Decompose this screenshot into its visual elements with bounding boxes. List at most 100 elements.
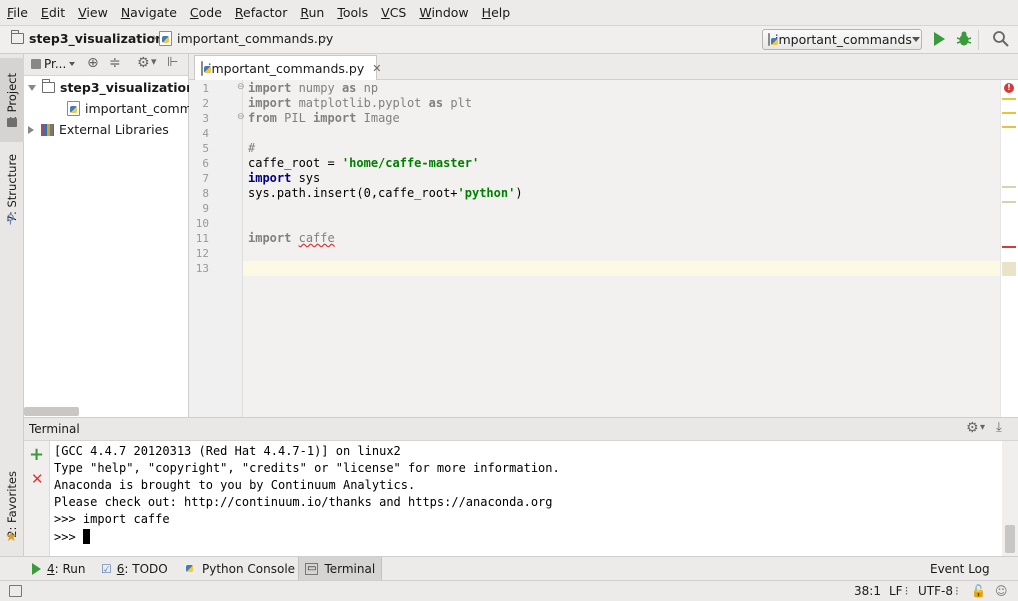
- tree-item-external-libraries[interactable]: External Libraries: [28, 122, 169, 137]
- gear-icon[interactable]: ⚙: [137, 55, 150, 71]
- warning-marker[interactable]: [1002, 98, 1016, 100]
- new-session-plus-icon[interactable]: +: [29, 444, 44, 465]
- toolbar-divider: [978, 30, 979, 50]
- code-line: caffe_root = 'home/caffe-master': [248, 156, 480, 170]
- info-marker[interactable]: [1002, 186, 1016, 188]
- code-line: import matplotlib.pyplot as plt: [248, 96, 472, 110]
- tool-tab-event-log[interactable]: Event Log: [924, 557, 996, 580]
- close-icon[interactable]: ✕: [372, 62, 381, 75]
- line-number: 10: [195, 217, 209, 230]
- line-number: 4: [202, 127, 209, 140]
- menu-view[interactable]: View: [77, 3, 109, 22]
- code-editor[interactable]: import numpy as np import matplotlib.pyp…: [243, 80, 1000, 417]
- warning-marker[interactable]: [1002, 112, 1016, 114]
- menu-vcs[interactable]: VCS: [380, 3, 407, 22]
- editor-tab-important-commands[interactable]: important_commands.py ✕: [194, 55, 381, 80]
- terminal-line: >>> import caffe: [54, 512, 170, 526]
- error-stripe: !: [1000, 80, 1018, 417]
- collapse-arrow-icon: [28, 125, 34, 134]
- tree-item-project-root[interactable]: step3_visualization: [28, 79, 195, 95]
- navigation-bar: step3_visualization › important_commands…: [0, 26, 1018, 54]
- editor-tab-bar: important_commands.py ✕: [189, 54, 1018, 80]
- menu-run[interactable]: Run: [299, 3, 325, 22]
- hide-panel-icon[interactable]: ⊩: [167, 55, 178, 70]
- structure-icon: ⚲: [6, 212, 15, 226]
- sync-icon[interactable]: ⊕: [87, 55, 99, 71]
- run-icon: [32, 562, 41, 575]
- run-icon: [934, 32, 945, 46]
- code-line: #: [248, 141, 256, 155]
- project-panel: Pr... ⊕ ≑ ⚙ ▾ ⊩ step3_visualization impo…: [24, 54, 200, 417]
- project-panel-toolbar: Pr... ⊕ ≑ ⚙ ▾ ⊩: [24, 54, 188, 76]
- collapse-all-icon[interactable]: ≑: [109, 55, 121, 71]
- file-encoding[interactable]: UTF-8 ⁝: [918, 584, 959, 598]
- menu-window[interactable]: Window: [418, 3, 469, 22]
- line-separator[interactable]: LF ⁝: [889, 584, 908, 598]
- menu-navigate[interactable]: Navigate: [120, 3, 178, 22]
- tool-windows-toggle-icon[interactable]: [9, 585, 22, 597]
- gear-icon[interactable]: ⚙: [966, 420, 979, 436]
- run-button[interactable]: [934, 32, 945, 46]
- bottom-tool-bar: 4: Run ☑ 6: TODO Python Console ▭ Termin…: [0, 556, 1018, 580]
- gear-dropdown-icon[interactable]: ▾: [980, 422, 985, 433]
- project-horizontal-scrollbar[interactable]: [24, 407, 79, 416]
- line-number: 8: [202, 187, 209, 200]
- terminal-output[interactable]: [GCC 4.4.7 20120313 (Red Hat 4.4.7-1)] o…: [50, 441, 1002, 556]
- dropdown-arrow-icon[interactable]: [69, 62, 75, 66]
- line-number: 2: [202, 97, 209, 110]
- menu-help[interactable]: Help: [481, 3, 512, 22]
- breadcrumb-project-label: step3_visualization: [29, 31, 165, 46]
- breadcrumb-project[interactable]: step3_visualization: [10, 30, 165, 46]
- project-view-icon: [31, 59, 41, 69]
- python-file-icon: [159, 31, 172, 46]
- breadcrumb-file[interactable]: important_commands.py: [159, 31, 333, 46]
- menu-bar: File Edit View Navigate Code Refactor Ru…: [0, 0, 1018, 26]
- tool-tab-project[interactable]: 1: Project: [0, 58, 24, 142]
- line-number-gutter: 1 2 3 4 5 6 7 8 9 10 11 12 13 ⊖ ⊖: [189, 80, 245, 417]
- gear-dropdown-icon[interactable]: ▾: [151, 55, 157, 68]
- inspector-icon[interactable]: ☺: [995, 584, 1008, 598]
- chevron-right-icon: ›: [152, 31, 158, 46]
- error-marker[interactable]: [1002, 246, 1016, 248]
- tool-tab-todo[interactable]: ☑ 6: TODO: [95, 557, 174, 580]
- hide-panel-icon[interactable]: ⤓: [996, 420, 1002, 435]
- project-folder-icon: [7, 118, 17, 127]
- tree-item-label: External Libraries: [59, 122, 169, 137]
- line-number: 9: [202, 202, 209, 215]
- menu-refactor[interactable]: Refactor: [234, 3, 288, 22]
- menu-code[interactable]: Code: [189, 3, 223, 22]
- run-configuration-select[interactable]: important_commands: [762, 29, 922, 50]
- tool-tab-run[interactable]: 4: Run: [26, 557, 92, 580]
- python-file-icon: [201, 60, 211, 76]
- tree-item-file[interactable]: important_comma: [67, 101, 200, 116]
- error-indicator-icon[interactable]: !: [1004, 83, 1014, 93]
- terminal-side-toolbar: + ✕: [24, 441, 50, 556]
- terminal-title: Terminal: [29, 422, 80, 436]
- info-marker[interactable]: [1002, 201, 1016, 203]
- tool-tab-python-console[interactable]: Python Console: [178, 557, 301, 580]
- folder-icon: [10, 30, 24, 44]
- line-number: 3: [202, 112, 209, 125]
- lock-icon[interactable]: 🔓: [971, 584, 986, 598]
- search-everywhere-button[interactable]: [992, 30, 1010, 51]
- cursor-position[interactable]: 38:1: [854, 584, 881, 598]
- caret-marker: [1002, 262, 1016, 276]
- close-session-icon[interactable]: ✕: [31, 470, 44, 488]
- menu-tools[interactable]: Tools: [336, 3, 369, 22]
- project-view-select[interactable]: Pr...: [44, 57, 66, 71]
- python-file-icon: [67, 101, 80, 116]
- debug-button[interactable]: [955, 30, 973, 51]
- tool-tab-terminal[interactable]: ▭ Terminal: [298, 557, 382, 580]
- terminal-header: Terminal ⚙ ▾ ⤓: [24, 417, 1018, 441]
- status-bar: 38:1 LF ⁝ UTF-8 ⁝ 🔓 ☺: [0, 580, 1018, 601]
- folder-icon: [41, 79, 55, 93]
- terminal-scroll-thumb[interactable]: [1005, 525, 1015, 553]
- line-number: 11: [195, 232, 209, 245]
- breadcrumb-file-label: important_commands.py: [177, 31, 334, 46]
- tree-item-label: important_comma: [85, 101, 200, 116]
- warning-marker[interactable]: [1002, 126, 1016, 128]
- terminal-scrollbar[interactable]: [1002, 441, 1018, 556]
- menu-edit[interactable]: Edit: [40, 3, 66, 22]
- terminal-line: Please check out: http://continuum.io/th…: [54, 495, 553, 509]
- menu-file[interactable]: File: [6, 3, 29, 22]
